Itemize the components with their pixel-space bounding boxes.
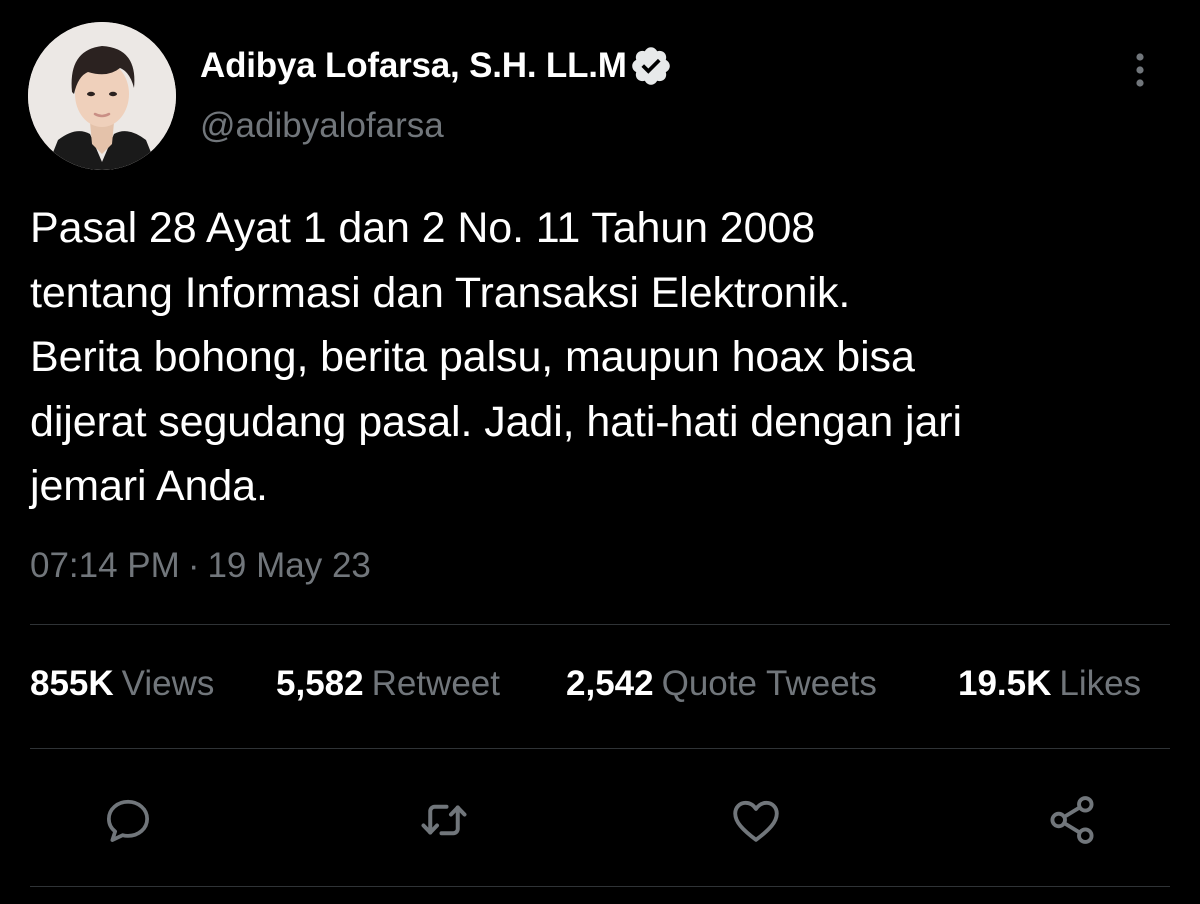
views-label: Views: [121, 664, 215, 703]
tweet-timestamp: 07:14 PM · 19 May 23: [30, 546, 371, 586]
quote-tweets-count: 2,542: [566, 664, 654, 703]
user-handle[interactable]: @adibyalofarsa: [200, 106, 444, 146]
likes-stat[interactable]: 19.5K Likes: [958, 664, 1141, 704]
more-vertical-icon: [1136, 53, 1144, 87]
avatar-image: [28, 22, 176, 170]
retweets-label: Retweet: [371, 664, 500, 703]
retweets-count: 5,582: [276, 664, 364, 703]
reply-icon: [107, 799, 149, 842]
retweet-button[interactable]: [414, 790, 474, 850]
tweet-date[interactable]: 19 May 23: [207, 546, 370, 586]
heart-icon: [733, 800, 779, 842]
display-name[interactable]: Adibya Lofarsa, S.H. LL.M: [200, 46, 627, 86]
tweet-time[interactable]: 07:14 PM: [30, 546, 180, 586]
timestamp-separator: ·: [187, 546, 200, 585]
share-icon: [1050, 796, 1094, 844]
likes-label: Likes: [1059, 664, 1142, 703]
tweet-text: Pasal 28 Ayat 1 dan 2 No. 11 Tahun 2008 …: [30, 204, 962, 510]
retweets-stat[interactable]: 5,582 Retweet: [276, 664, 500, 704]
verified-badge-icon: [629, 44, 673, 88]
likes-count: 19.5K: [958, 664, 1052, 703]
views-count: 855K: [30, 664, 114, 703]
divider: [30, 624, 1170, 625]
quote-tweets-label: Quote Tweets: [661, 664, 877, 703]
tweet-stats: 855K Views 5,582 Retweet 2,542 Quote Tweets…: [30, 664, 1180, 714]
retweet-icon: [421, 804, 467, 836]
reply-button[interactable]: [98, 790, 158, 850]
share-button[interactable]: [1042, 790, 1102, 850]
divider: [30, 886, 1170, 887]
like-button[interactable]: [726, 790, 786, 850]
divider: [30, 748, 1170, 749]
avatar[interactable]: [28, 22, 176, 170]
quote-tweets-stat[interactable]: 2,542 Quote Tweets: [566, 664, 877, 704]
tweet-detail: Adibya Lofarsa, S.H. LL.M @adibyalofarsa…: [0, 0, 1200, 904]
views-stat: 855K Views: [30, 664, 214, 704]
more-options-button[interactable]: [1118, 48, 1162, 92]
display-name-row: Adibya Lofarsa, S.H. LL.M: [200, 42, 673, 90]
